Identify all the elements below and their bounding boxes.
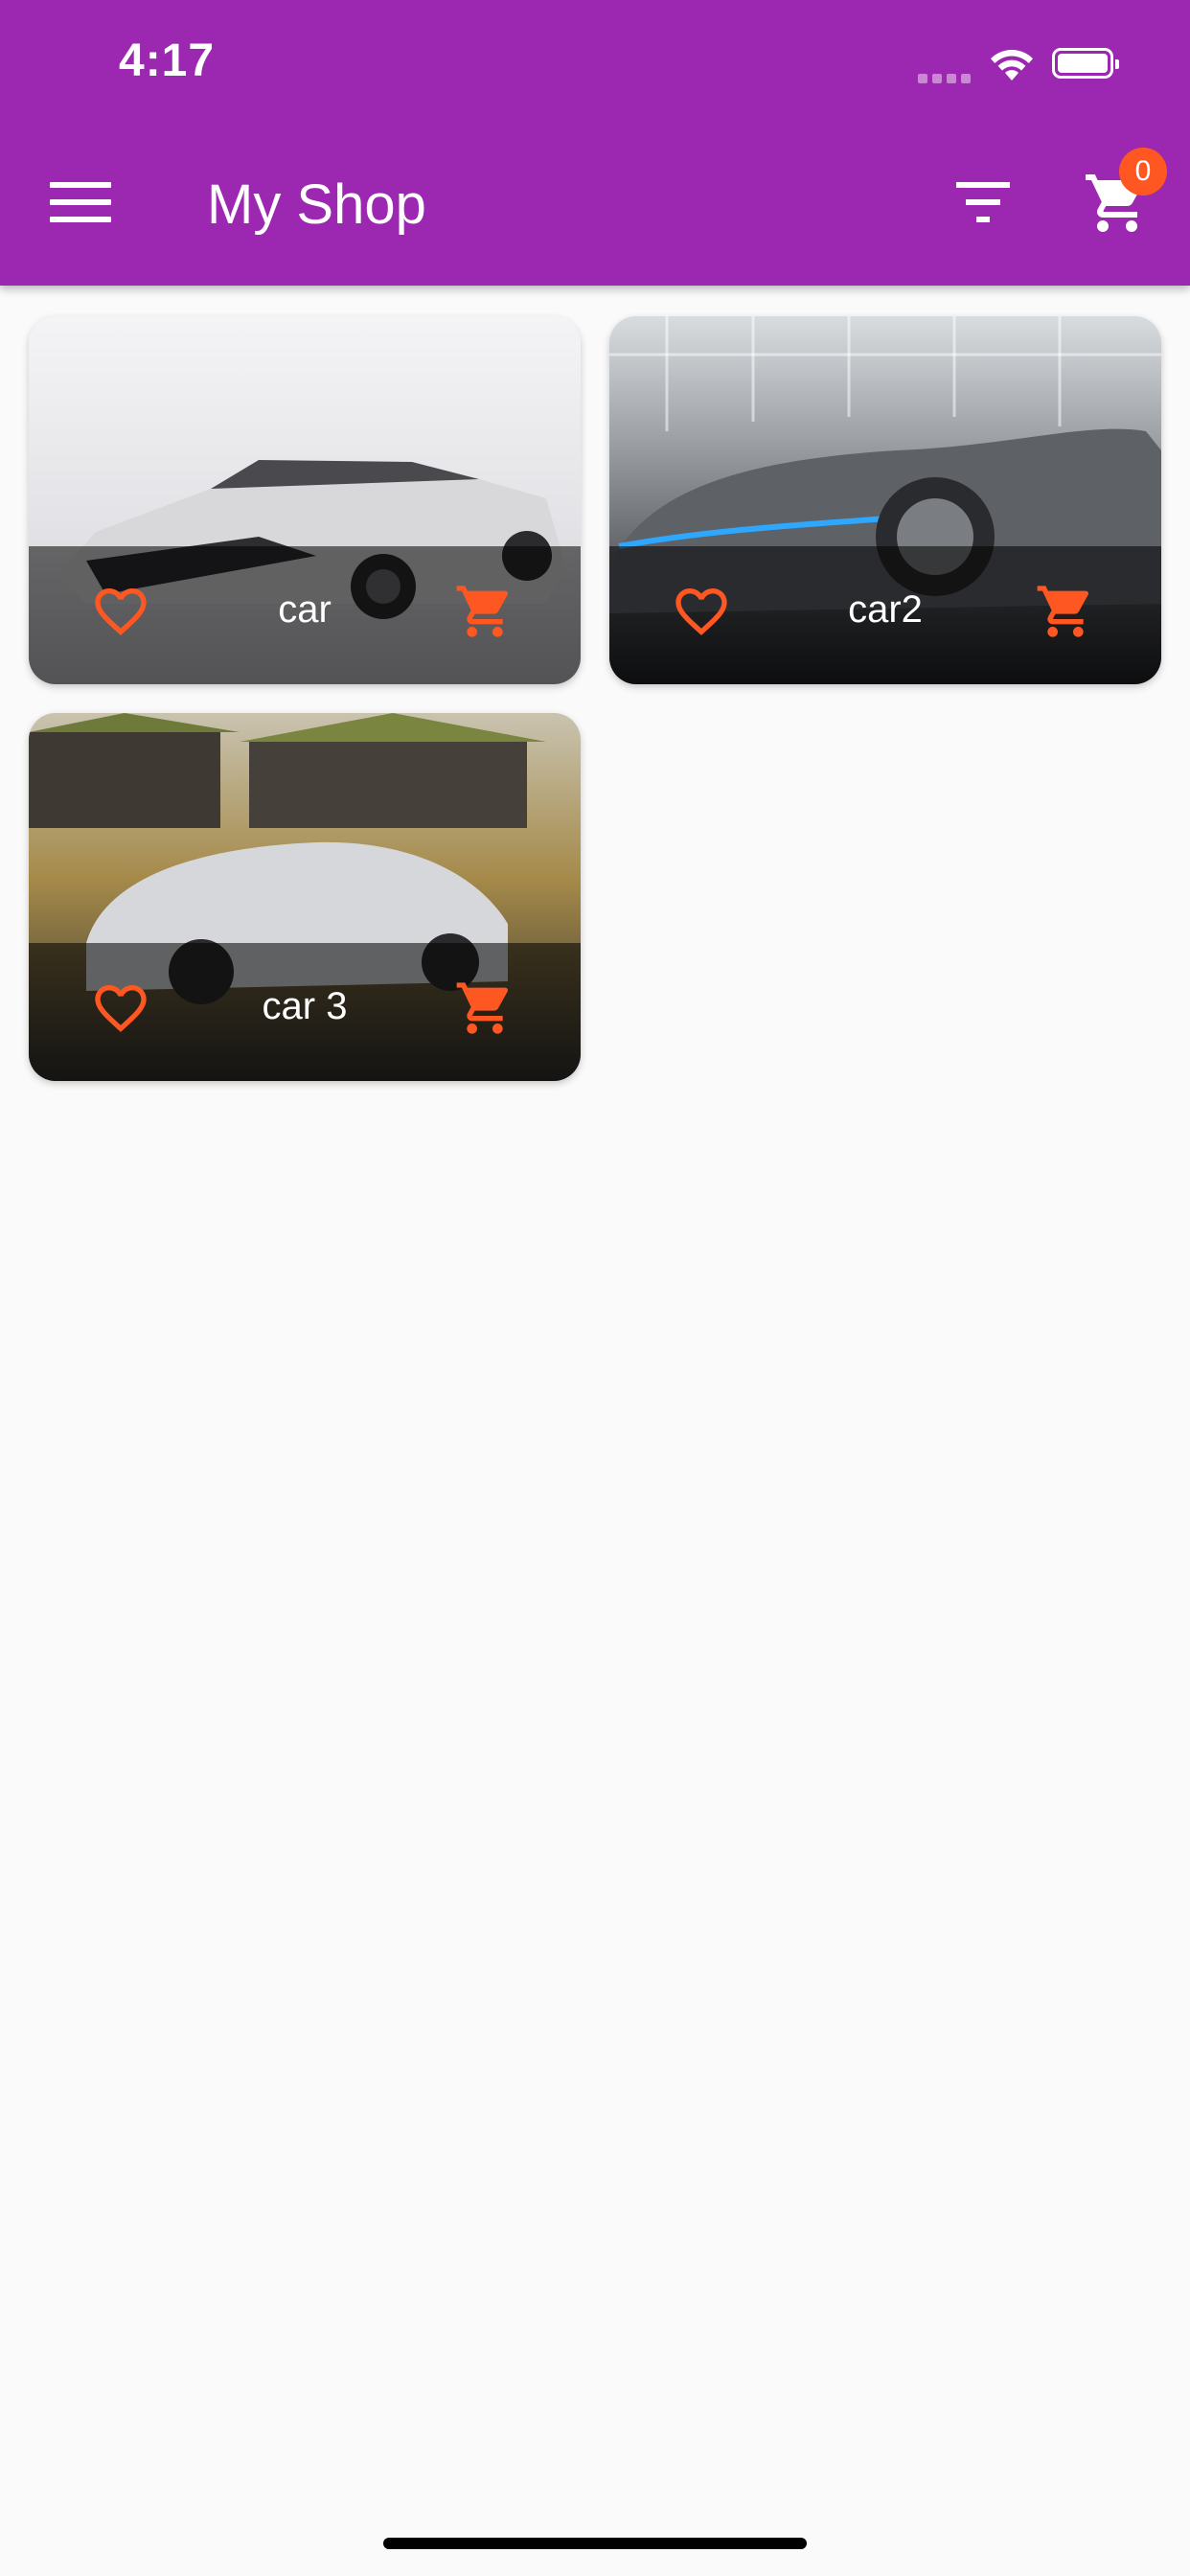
menu-button[interactable] [50, 182, 111, 230]
battery-icon [1052, 48, 1119, 79]
product-footer: car [29, 546, 581, 684]
add-to-cart-button[interactable] [1035, 581, 1096, 642]
add-to-cart-button[interactable] [454, 581, 515, 642]
product-title: car2 [848, 588, 923, 631]
status-time: 4:17 [119, 35, 216, 86]
favorite-button[interactable] [90, 978, 151, 1039]
home-indicator[interactable] [383, 2538, 807, 2549]
cellular-signal-icon [918, 71, 975, 88]
product-card[interactable]: car2 [609, 316, 1161, 684]
product-title: car [278, 588, 332, 631]
add-to-cart-button[interactable] [454, 978, 515, 1039]
product-footer: car2 [609, 546, 1161, 684]
product-card[interactable]: car 3 [29, 713, 581, 1081]
filter-button[interactable] [954, 182, 1012, 230]
wifi-icon [991, 50, 1033, 80]
favorite-button[interactable] [671, 581, 732, 642]
product-title: car 3 [262, 985, 348, 1027]
product-card[interactable]: car [29, 316, 581, 684]
page-title: My Shop [207, 173, 426, 236]
app-bar: 4:17 My Shop 0 [0, 0, 1190, 286]
product-footer: car 3 [29, 943, 581, 1081]
cart-count-badge: 0 [1119, 148, 1167, 196]
favorite-button[interactable] [90, 581, 151, 642]
